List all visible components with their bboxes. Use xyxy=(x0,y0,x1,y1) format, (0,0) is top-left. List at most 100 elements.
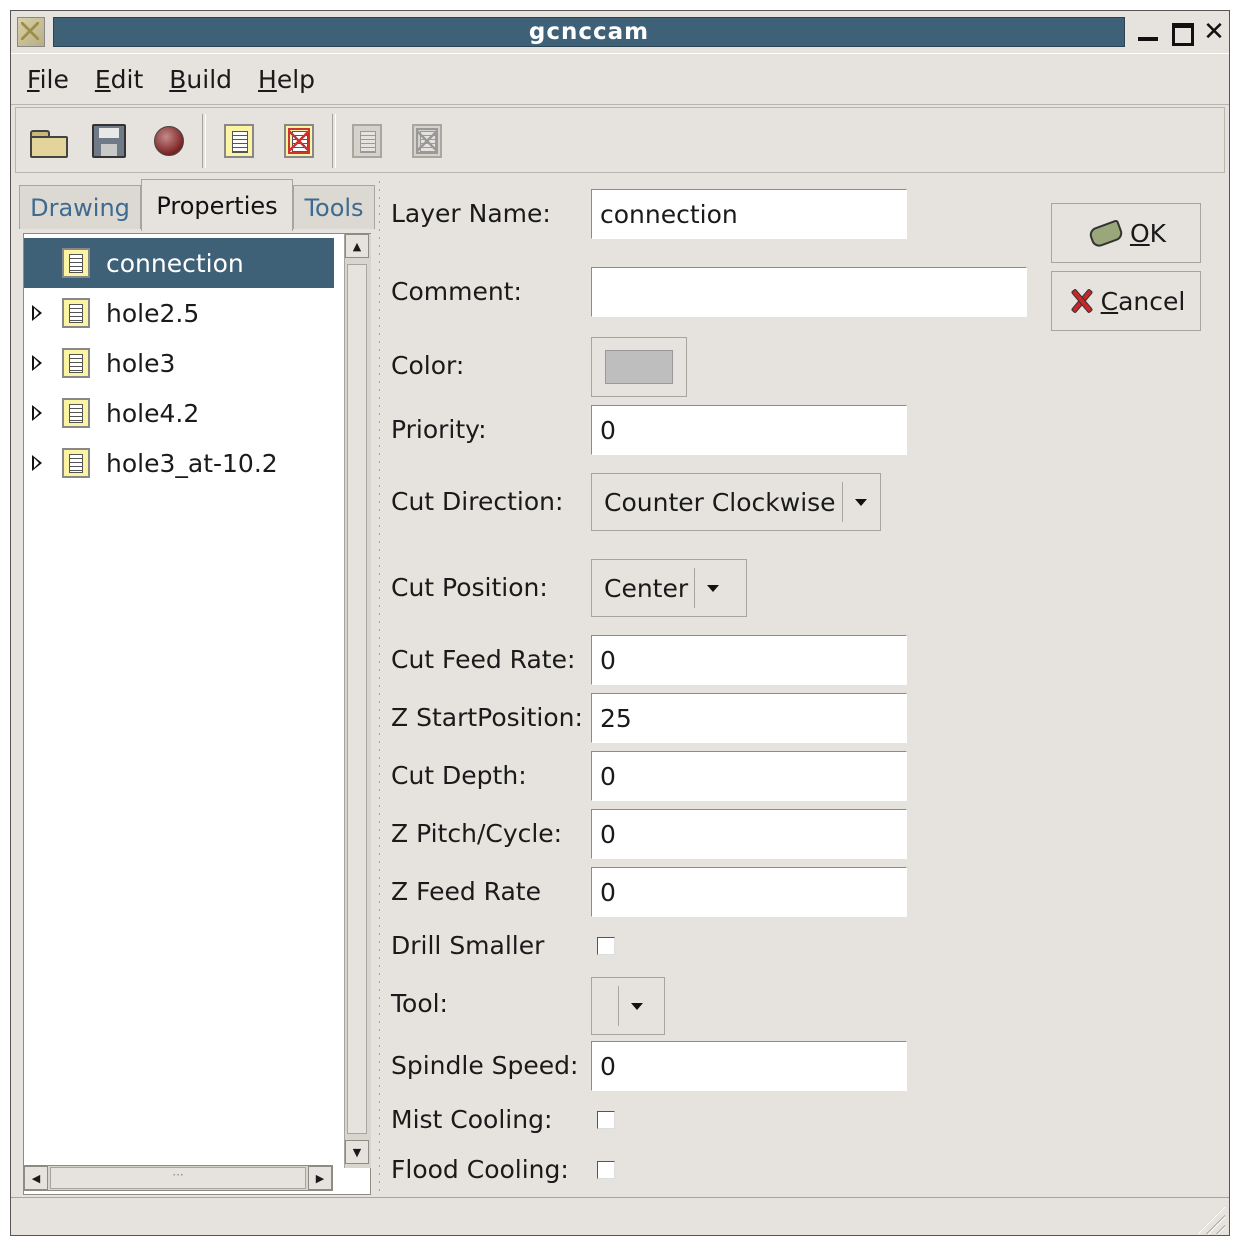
cut-direction-select[interactable]: Counter Clockwise xyxy=(591,473,881,531)
z-pitch-cycle-field[interactable]: 0 xyxy=(591,809,907,859)
arrow-right-icon: ▶ xyxy=(315,1171,325,1185)
cancel-x-icon xyxy=(1067,287,1095,315)
cut-depth-label: Cut Depth: xyxy=(391,761,527,790)
cut-feed-rate-label: Cut Feed Rate: xyxy=(391,645,576,674)
menu-help[interactable]: Help xyxy=(258,65,315,94)
menu-build-label: uild xyxy=(186,64,233,94)
cut-feed-rate-field[interactable]: 0 xyxy=(591,635,907,685)
menu-build-mnemonic: B xyxy=(169,64,187,94)
app-window: gcnccam ✕ File Edit Build Help Drawing P… xyxy=(10,10,1230,1236)
layer-icon xyxy=(62,248,90,278)
delete-layer-button[interactable] xyxy=(274,115,324,167)
notebook-tabs: Drawing Properties Tools xyxy=(19,179,375,231)
z-pitch-cycle-label: Z Pitch/Cycle: xyxy=(391,819,563,848)
minimize-icon xyxy=(1138,37,1158,41)
record-icon xyxy=(154,126,184,156)
z-start-position-field[interactable]: 25 xyxy=(591,693,907,743)
horizontal-scrollbar[interactable]: ◀ ··· ▶ xyxy=(23,1165,333,1191)
status-bar xyxy=(11,1197,1229,1235)
ok-button[interactable]: OK xyxy=(1051,203,1201,263)
expand-arrow-icon[interactable] xyxy=(32,405,42,421)
ok-mnemonic: O xyxy=(1129,218,1150,248)
expand-arrow-icon[interactable] xyxy=(32,305,42,321)
z-start-position-label: Z StartPosition: xyxy=(391,703,583,732)
tree-row-hole3[interactable]: hole3 xyxy=(24,338,334,388)
layer-icon xyxy=(62,398,90,428)
ok-hand-icon xyxy=(1086,218,1124,248)
tree-row-hole2-5[interactable]: hole2.5 xyxy=(24,288,334,338)
z-feed-rate-label: Z Feed Rate xyxy=(391,877,541,906)
vertical-scrollbar[interactable]: ▲ ▼ xyxy=(344,234,371,1168)
cut-depth-field[interactable]: 0 xyxy=(591,751,907,801)
window-title: gcnccam xyxy=(528,19,650,45)
tool-select[interactable] xyxy=(591,977,665,1035)
tab-drawing[interactable]: Drawing xyxy=(19,185,141,229)
maximize-icon xyxy=(1172,23,1194,46)
tree-row-hole3-at-10-2[interactable]: hole3_at-10.2 xyxy=(24,438,334,488)
tab-properties[interactable]: Properties xyxy=(141,179,293,231)
title-bar[interactable]: gcnccam ✕ xyxy=(11,11,1229,53)
tool-label: Tool: xyxy=(391,989,448,1018)
menu-build[interactable]: Build xyxy=(169,65,232,94)
layer-icon xyxy=(62,448,90,478)
horizontal-scroll-thumb[interactable]: ··· xyxy=(50,1167,306,1189)
app-icon[interactable] xyxy=(17,17,45,47)
record-button[interactable] xyxy=(144,115,194,167)
color-swatch xyxy=(605,350,673,384)
delete-layer-icon xyxy=(284,124,314,158)
comment-field[interactable] xyxy=(591,267,1027,317)
spindle-speed-field[interactable]: 0 xyxy=(591,1041,907,1091)
cut-direction-label: Cut Direction: xyxy=(391,487,564,516)
add-layer-button[interactable] xyxy=(214,115,264,167)
scroll-left-button[interactable]: ◀ xyxy=(24,1166,48,1190)
title-strip[interactable]: gcnccam xyxy=(53,17,1125,47)
save-floppy-icon xyxy=(92,124,126,158)
menu-file-label: ile xyxy=(39,64,69,94)
scroll-up-button[interactable]: ▲ xyxy=(345,234,369,258)
toolbar-separator xyxy=(202,114,206,168)
drill-smaller-checkbox[interactable] xyxy=(597,937,615,955)
menu-file[interactable]: File xyxy=(27,65,69,94)
layer-tree: connection hole2.5 hole3 hole4.2 hole3_a… xyxy=(23,233,371,1195)
close-icon: ✕ xyxy=(1203,17,1225,47)
minimize-button[interactable] xyxy=(1135,19,1161,45)
drill-smaller-label: Drill Smaller xyxy=(391,931,545,960)
menu-bar: File Edit Build Help xyxy=(11,53,1229,105)
cut-position-select[interactable]: Center xyxy=(591,559,747,617)
scroll-right-button[interactable]: ▶ xyxy=(308,1166,332,1190)
arrow-up-icon: ▲ xyxy=(352,239,362,253)
menu-edit[interactable]: Edit xyxy=(95,65,143,94)
save-button[interactable] xyxy=(84,115,134,167)
mist-cooling-label: Mist Cooling: xyxy=(391,1105,553,1134)
pane-divider[interactable] xyxy=(377,181,383,1193)
tree-row-connection[interactable]: connection xyxy=(24,238,334,288)
mist-cooling-checkbox[interactable] xyxy=(597,1111,615,1129)
open-button[interactable] xyxy=(24,115,74,167)
toolbar xyxy=(15,107,1225,173)
expand-arrow-icon[interactable] xyxy=(32,355,42,371)
arrow-down-icon: ▼ xyxy=(352,1145,362,1159)
tree-row-hole4-2[interactable]: hole4.2 xyxy=(24,388,334,438)
close-button[interactable]: ✕ xyxy=(1201,19,1227,45)
cut-position-value: Center xyxy=(604,573,689,603)
expand-arrow-icon[interactable] xyxy=(32,455,42,471)
vertical-scroll-thumb[interactable] xyxy=(347,264,367,1134)
tab-tools[interactable]: Tools xyxy=(293,185,375,229)
tree-row-label: connection xyxy=(106,248,244,278)
cancel-button[interactable]: Cancel xyxy=(1051,271,1201,331)
arrow-left-icon: ◀ xyxy=(31,1171,41,1185)
layer-name-field[interactable]: connection xyxy=(591,189,907,239)
menu-help-mnemonic: H xyxy=(258,64,277,94)
toolbar-separator xyxy=(332,114,336,168)
maximize-button[interactable] xyxy=(1169,19,1195,46)
layer-name-label: Layer Name: xyxy=(391,199,551,228)
scroll-down-button[interactable]: ▼ xyxy=(345,1140,369,1164)
color-picker-button[interactable] xyxy=(591,337,687,397)
priority-field[interactable]: 0 xyxy=(591,405,907,455)
cancel-mnemonic: C xyxy=(1100,286,1119,316)
flood-cooling-checkbox[interactable] xyxy=(597,1161,615,1179)
layer-icon xyxy=(224,124,254,158)
tree-row-label: hole3 xyxy=(106,348,176,378)
z-feed-rate-field[interactable]: 0 xyxy=(591,867,907,917)
resize-grip-icon[interactable] xyxy=(1197,1206,1225,1234)
